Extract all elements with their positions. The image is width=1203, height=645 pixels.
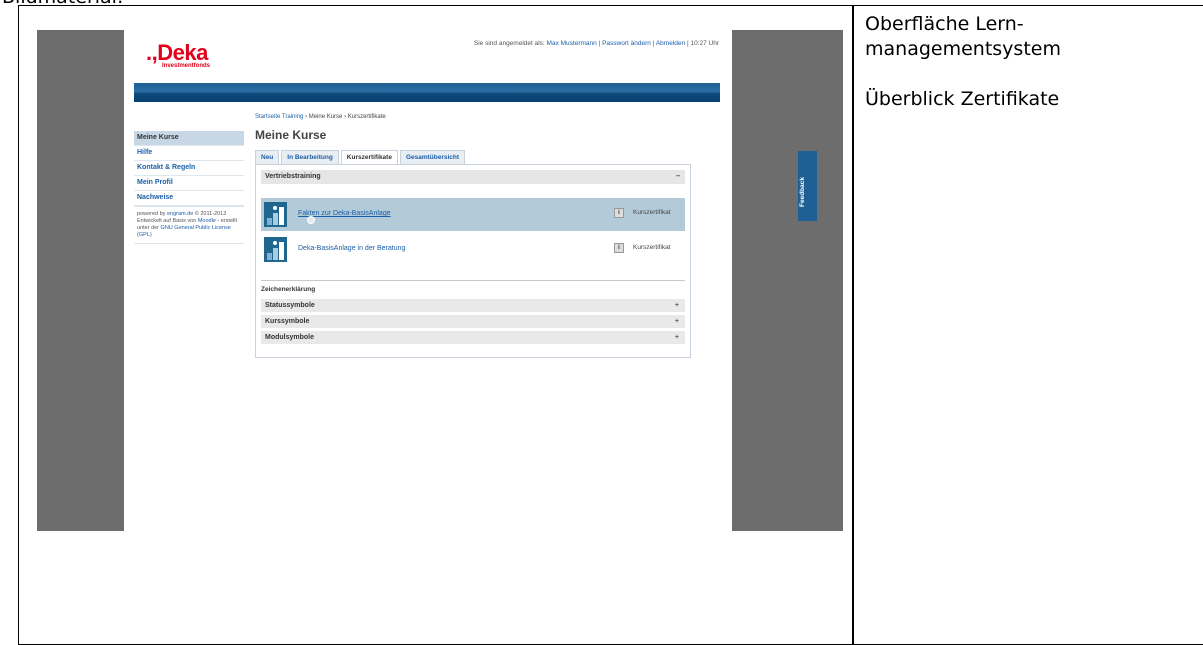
tab-kurszertifikate[interactable]: Kurszertifikate xyxy=(340,150,398,164)
sidebar-footer: powered by engram.de © 2011-2013 Entwick… xyxy=(134,206,244,244)
certificates-panel: Vertriebstraining – Fakten zur Deka-Basi… xyxy=(255,164,691,358)
feedback-label: Feedback xyxy=(799,177,806,207)
expand-icon[interactable]: + xyxy=(675,331,679,344)
sidebar-item-hilfe[interactable]: Hilfe xyxy=(134,146,244,161)
course-row[interactable]: Fakten zur Deka-BasisAnlage i Kurszertif… xyxy=(261,198,685,231)
login-status: Sie sind angemeldet als: Max Mustermann … xyxy=(474,40,719,47)
login-prefix: Sie sind angemeldet als: xyxy=(473,40,545,47)
group-header[interactable]: Vertriebstraining – xyxy=(261,170,685,184)
breadcrumb-mid[interactable]: Meine Kurse xyxy=(309,114,343,120)
course-icon xyxy=(264,237,287,262)
change-password-link[interactable]: Passwort ändern xyxy=(602,40,651,47)
legend-title: Zeichenerklärung xyxy=(261,286,316,293)
engram-link[interactable]: engram.de xyxy=(167,211,193,217)
footer-powered-by: powered by xyxy=(137,211,166,217)
side-note-subtitle: Überblick Zertifikate xyxy=(865,88,1060,110)
info-icon[interactable]: i xyxy=(614,208,624,218)
course-tabs: Neu In Bearbeitung Kurszertifikate Gesam… xyxy=(255,150,467,164)
legend-row-modulsymbole[interactable]: Modulsymbole + xyxy=(261,331,685,344)
sidebar-item-nachweise[interactable]: Nachweise xyxy=(134,191,244,206)
footer-developed: Entwickelt auf Basis von xyxy=(137,218,197,224)
header-banner xyxy=(134,83,720,102)
legend-row-label: Modulsymbole xyxy=(265,334,315,341)
sep: | xyxy=(686,40,689,47)
document-table-divider xyxy=(852,5,854,645)
breadcrumb-sep: › xyxy=(344,114,347,120)
info-icon[interactable]: i xyxy=(614,243,624,253)
expand-icon[interactable]: + xyxy=(675,299,679,312)
course-link[interactable]: Deka-BasisAnlage in der Beratung xyxy=(298,245,405,252)
moodle-link[interactable]: Moodle xyxy=(198,218,216,224)
sep: | xyxy=(598,40,601,47)
clock-time: 10:27 Uhr xyxy=(690,40,719,47)
divider xyxy=(261,280,685,281)
page-title: Meine Kurse xyxy=(255,128,327,142)
breadcrumb-sep: › xyxy=(305,114,308,120)
collapse-icon[interactable]: – xyxy=(676,170,680,184)
course-type: Kurszertifikat xyxy=(633,244,671,251)
course-row[interactable]: Deka-BasisAnlage in der Beratung i Kursz… xyxy=(261,233,685,266)
sidebar-item-profil[interactable]: Mein Profil xyxy=(134,176,244,191)
legend-row-label: Statussymbole xyxy=(265,302,315,309)
sidebar-item-meine-kurse[interactable]: Meine Kurse xyxy=(134,131,244,146)
sidebar: Meine Kurse Hilfe Kontakt & Regeln Mein … xyxy=(134,131,244,244)
legend-row-statussymbole[interactable]: Statussymbole + xyxy=(261,299,685,312)
feedback-tab[interactable]: Feedback xyxy=(798,151,817,221)
left-gutter xyxy=(37,30,124,531)
breadcrumb-current: Kurszertifikate xyxy=(347,114,386,120)
sidebar-item-kontakt[interactable]: Kontakt & Regeln xyxy=(134,161,244,176)
tab-neu[interactable]: Neu xyxy=(255,150,280,164)
breadcrumb: Startseite Training › Meine Kurse › Kurs… xyxy=(255,114,386,120)
mouse-cursor xyxy=(307,216,315,224)
logo-subtitle: Investmentfonds xyxy=(162,63,211,69)
course-icon xyxy=(264,202,287,227)
lms-screenshot: .,Deka Investmentfonds Sie sind angemeld… xyxy=(37,30,843,531)
breadcrumb-home[interactable]: Startseite Training xyxy=(255,114,303,120)
expand-icon[interactable]: + xyxy=(675,315,679,328)
legend-row-label: Kurssymbole xyxy=(265,318,310,325)
side-note: Oberfläche Lern-managementsystem Überbli… xyxy=(865,12,1185,137)
side-note-title: Oberfläche Lern-managementsystem xyxy=(865,13,1061,60)
logo-text: Deka xyxy=(157,40,208,65)
right-gutter xyxy=(732,30,843,531)
group-title: Vertriebstraining xyxy=(265,173,321,180)
course-type: Kurszertifikat xyxy=(633,209,671,216)
tab-gesamtuebersicht[interactable]: Gesamtübersicht xyxy=(399,150,466,164)
logout-link[interactable]: Abmelden xyxy=(656,40,685,47)
footer-copyright: © 2011-2013 xyxy=(194,211,227,217)
legend-row-kurssymbole[interactable]: Kurssymbole + xyxy=(261,315,685,328)
sep: | xyxy=(652,40,655,47)
user-link[interactable]: Max Mustermann xyxy=(547,40,597,47)
tab-in-bearbeitung[interactable]: In Bearbeitung xyxy=(281,150,339,164)
